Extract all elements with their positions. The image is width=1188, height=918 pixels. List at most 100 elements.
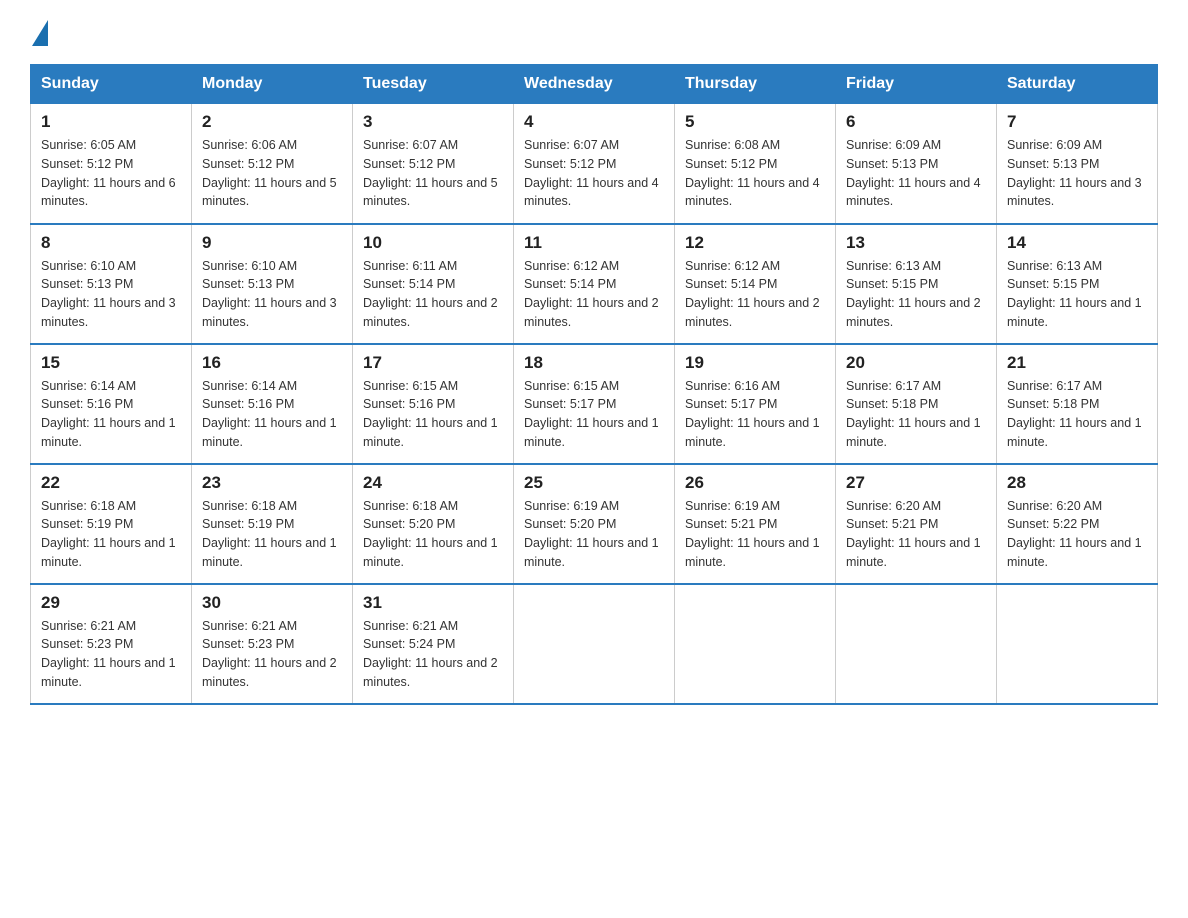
day-number: 17 — [363, 353, 503, 373]
day-info: Sunrise: 6:10 AM Sunset: 5:13 PM Dayligh… — [202, 257, 342, 332]
day-number: 26 — [685, 473, 825, 493]
day-info: Sunrise: 6:13 AM Sunset: 5:15 PM Dayligh… — [1007, 257, 1147, 332]
day-number: 21 — [1007, 353, 1147, 373]
day-number: 18 — [524, 353, 664, 373]
day-number: 22 — [41, 473, 181, 493]
day-number: 13 — [846, 233, 986, 253]
weekday-header-tuesday: Tuesday — [353, 65, 514, 104]
calendar-cell: 7 Sunrise: 6:09 AM Sunset: 5:13 PM Dayli… — [997, 104, 1158, 224]
day-number: 31 — [363, 593, 503, 613]
calendar-cell — [997, 584, 1158, 704]
calendar-cell: 19 Sunrise: 6:16 AM Sunset: 5:17 PM Dayl… — [675, 344, 836, 464]
day-info: Sunrise: 6:05 AM Sunset: 5:12 PM Dayligh… — [41, 136, 181, 211]
day-number: 29 — [41, 593, 181, 613]
weekday-header-sunday: Sunday — [31, 65, 192, 104]
day-number: 14 — [1007, 233, 1147, 253]
weekday-header-wednesday: Wednesday — [514, 65, 675, 104]
calendar-cell: 4 Sunrise: 6:07 AM Sunset: 5:12 PM Dayli… — [514, 104, 675, 224]
day-info: Sunrise: 6:17 AM Sunset: 5:18 PM Dayligh… — [1007, 377, 1147, 452]
calendar-cell: 28 Sunrise: 6:20 AM Sunset: 5:22 PM Dayl… — [997, 464, 1158, 584]
day-number: 30 — [202, 593, 342, 613]
calendar-week-row: 1 Sunrise: 6:05 AM Sunset: 5:12 PM Dayli… — [31, 104, 1158, 224]
day-info: Sunrise: 6:20 AM Sunset: 5:21 PM Dayligh… — [846, 497, 986, 572]
day-info: Sunrise: 6:17 AM Sunset: 5:18 PM Dayligh… — [846, 377, 986, 452]
day-number: 10 — [363, 233, 503, 253]
day-info: Sunrise: 6:21 AM Sunset: 5:24 PM Dayligh… — [363, 617, 503, 692]
weekday-header-thursday: Thursday — [675, 65, 836, 104]
calendar-cell — [675, 584, 836, 704]
weekday-header-row: SundayMondayTuesdayWednesdayThursdayFrid… — [31, 65, 1158, 104]
day-info: Sunrise: 6:21 AM Sunset: 5:23 PM Dayligh… — [202, 617, 342, 692]
day-number: 5 — [685, 112, 825, 132]
calendar-cell: 25 Sunrise: 6:19 AM Sunset: 5:20 PM Dayl… — [514, 464, 675, 584]
logo — [30, 20, 48, 46]
calendar-cell: 6 Sunrise: 6:09 AM Sunset: 5:13 PM Dayli… — [836, 104, 997, 224]
day-info: Sunrise: 6:13 AM Sunset: 5:15 PM Dayligh… — [846, 257, 986, 332]
calendar-cell: 5 Sunrise: 6:08 AM Sunset: 5:12 PM Dayli… — [675, 104, 836, 224]
day-info: Sunrise: 6:07 AM Sunset: 5:12 PM Dayligh… — [524, 136, 664, 211]
calendar-cell: 15 Sunrise: 6:14 AM Sunset: 5:16 PM Dayl… — [31, 344, 192, 464]
calendar-cell: 12 Sunrise: 6:12 AM Sunset: 5:14 PM Dayl… — [675, 224, 836, 344]
day-number: 28 — [1007, 473, 1147, 493]
weekday-header-friday: Friday — [836, 65, 997, 104]
calendar-table: SundayMondayTuesdayWednesdayThursdayFrid… — [30, 64, 1158, 705]
calendar-cell: 10 Sunrise: 6:11 AM Sunset: 5:14 PM Dayl… — [353, 224, 514, 344]
calendar-cell: 26 Sunrise: 6:19 AM Sunset: 5:21 PM Dayl… — [675, 464, 836, 584]
calendar-cell: 29 Sunrise: 6:21 AM Sunset: 5:23 PM Dayl… — [31, 584, 192, 704]
calendar-cell: 27 Sunrise: 6:20 AM Sunset: 5:21 PM Dayl… — [836, 464, 997, 584]
day-number: 1 — [41, 112, 181, 132]
day-number: 3 — [363, 112, 503, 132]
weekday-header-monday: Monday — [192, 65, 353, 104]
calendar-cell: 3 Sunrise: 6:07 AM Sunset: 5:12 PM Dayli… — [353, 104, 514, 224]
day-info: Sunrise: 6:19 AM Sunset: 5:21 PM Dayligh… — [685, 497, 825, 572]
day-number: 11 — [524, 233, 664, 253]
weekday-header-saturday: Saturday — [997, 65, 1158, 104]
day-number: 4 — [524, 112, 664, 132]
day-info: Sunrise: 6:08 AM Sunset: 5:12 PM Dayligh… — [685, 136, 825, 211]
day-info: Sunrise: 6:14 AM Sunset: 5:16 PM Dayligh… — [202, 377, 342, 452]
calendar-cell — [836, 584, 997, 704]
calendar-cell: 21 Sunrise: 6:17 AM Sunset: 5:18 PM Dayl… — [997, 344, 1158, 464]
calendar-cell: 8 Sunrise: 6:10 AM Sunset: 5:13 PM Dayli… — [31, 224, 192, 344]
day-info: Sunrise: 6:20 AM Sunset: 5:22 PM Dayligh… — [1007, 497, 1147, 572]
day-info: Sunrise: 6:12 AM Sunset: 5:14 PM Dayligh… — [524, 257, 664, 332]
calendar-cell: 16 Sunrise: 6:14 AM Sunset: 5:16 PM Dayl… — [192, 344, 353, 464]
day-info: Sunrise: 6:07 AM Sunset: 5:12 PM Dayligh… — [363, 136, 503, 211]
day-info: Sunrise: 6:18 AM Sunset: 5:20 PM Dayligh… — [363, 497, 503, 572]
calendar-cell: 1 Sunrise: 6:05 AM Sunset: 5:12 PM Dayli… — [31, 104, 192, 224]
calendar-week-row: 8 Sunrise: 6:10 AM Sunset: 5:13 PM Dayli… — [31, 224, 1158, 344]
calendar-week-row: 15 Sunrise: 6:14 AM Sunset: 5:16 PM Dayl… — [31, 344, 1158, 464]
calendar-cell: 30 Sunrise: 6:21 AM Sunset: 5:23 PM Dayl… — [192, 584, 353, 704]
calendar-cell — [514, 584, 675, 704]
day-number: 9 — [202, 233, 342, 253]
calendar-cell: 18 Sunrise: 6:15 AM Sunset: 5:17 PM Dayl… — [514, 344, 675, 464]
day-number: 15 — [41, 353, 181, 373]
day-number: 12 — [685, 233, 825, 253]
day-number: 27 — [846, 473, 986, 493]
day-number: 19 — [685, 353, 825, 373]
calendar-cell: 9 Sunrise: 6:10 AM Sunset: 5:13 PM Dayli… — [192, 224, 353, 344]
logo-triangle-icon — [32, 20, 48, 46]
day-info: Sunrise: 6:21 AM Sunset: 5:23 PM Dayligh… — [41, 617, 181, 692]
day-info: Sunrise: 6:09 AM Sunset: 5:13 PM Dayligh… — [1007, 136, 1147, 211]
day-info: Sunrise: 6:12 AM Sunset: 5:14 PM Dayligh… — [685, 257, 825, 332]
day-info: Sunrise: 6:18 AM Sunset: 5:19 PM Dayligh… — [41, 497, 181, 572]
day-info: Sunrise: 6:15 AM Sunset: 5:17 PM Dayligh… — [524, 377, 664, 452]
day-number: 2 — [202, 112, 342, 132]
calendar-cell: 31 Sunrise: 6:21 AM Sunset: 5:24 PM Dayl… — [353, 584, 514, 704]
calendar-cell: 20 Sunrise: 6:17 AM Sunset: 5:18 PM Dayl… — [836, 344, 997, 464]
day-number: 23 — [202, 473, 342, 493]
day-info: Sunrise: 6:09 AM Sunset: 5:13 PM Dayligh… — [846, 136, 986, 211]
day-info: Sunrise: 6:19 AM Sunset: 5:20 PM Dayligh… — [524, 497, 664, 572]
day-number: 16 — [202, 353, 342, 373]
calendar-week-row: 29 Sunrise: 6:21 AM Sunset: 5:23 PM Dayl… — [31, 584, 1158, 704]
day-info: Sunrise: 6:10 AM Sunset: 5:13 PM Dayligh… — [41, 257, 181, 332]
page-header — [30, 20, 1158, 46]
calendar-cell: 24 Sunrise: 6:18 AM Sunset: 5:20 PM Dayl… — [353, 464, 514, 584]
day-info: Sunrise: 6:16 AM Sunset: 5:17 PM Dayligh… — [685, 377, 825, 452]
day-number: 6 — [846, 112, 986, 132]
calendar-week-row: 22 Sunrise: 6:18 AM Sunset: 5:19 PM Dayl… — [31, 464, 1158, 584]
day-number: 8 — [41, 233, 181, 253]
day-info: Sunrise: 6:15 AM Sunset: 5:16 PM Dayligh… — [363, 377, 503, 452]
calendar-cell: 14 Sunrise: 6:13 AM Sunset: 5:15 PM Dayl… — [997, 224, 1158, 344]
